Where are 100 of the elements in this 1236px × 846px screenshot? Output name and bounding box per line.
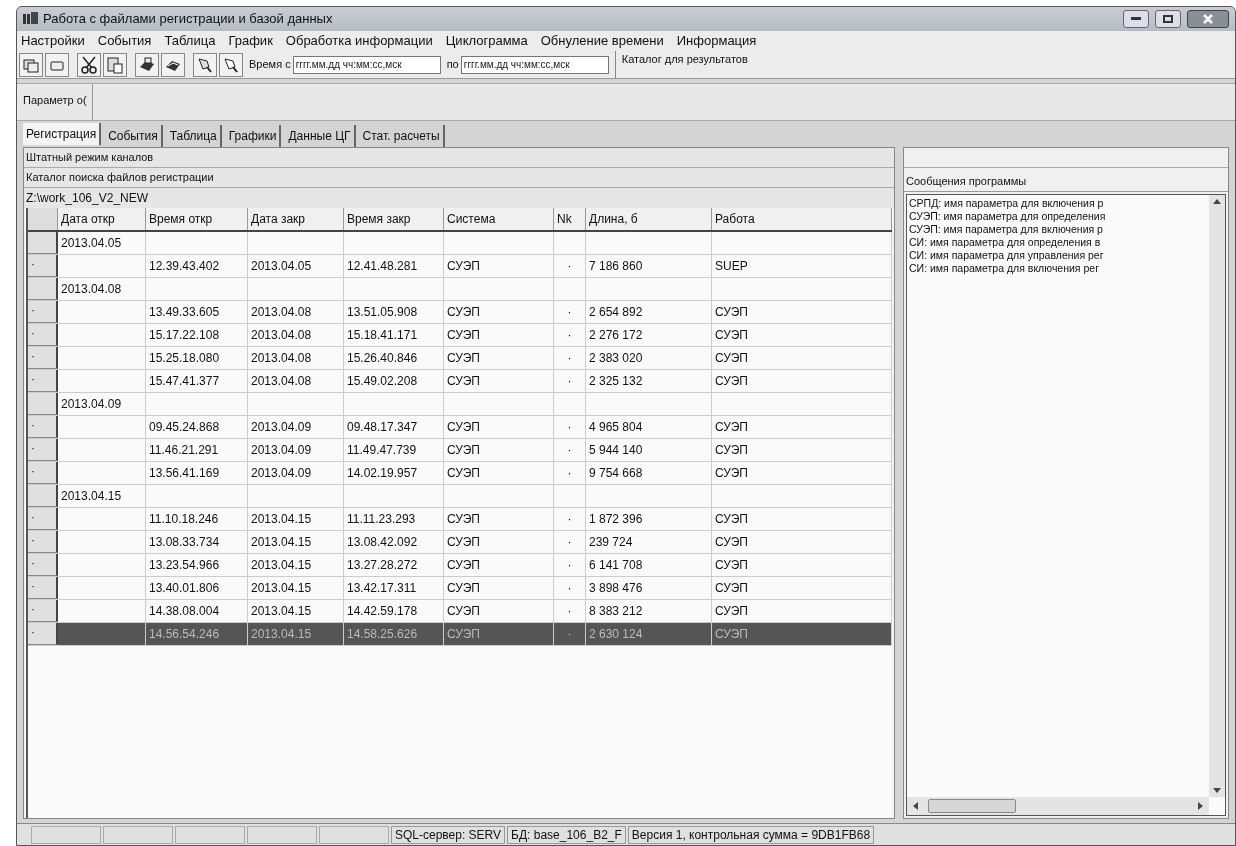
- menu-item[interactable]: Обработка информации: [285, 31, 433, 51]
- table-cell: 14.02.19.957: [344, 462, 444, 484]
- menu-item[interactable]: Информация: [676, 31, 757, 51]
- table-cell: СУЭП: [444, 531, 554, 553]
- table-row[interactable]: · 13.08.33.734 2013.04.15 13.08.42.092 СУЭП · 239 724 СУЭП: [28, 531, 892, 554]
- table-cell: ·: [554, 370, 586, 392]
- row-header[interactable]: ·: [28, 600, 58, 622]
- row-header[interactable]: ·: [28, 324, 58, 346]
- menu-item[interactable]: Циклограмма: [445, 31, 528, 51]
- menu-item[interactable]: События: [97, 31, 152, 51]
- table-cell: 15.18.41.171: [344, 324, 444, 346]
- column-header[interactable]: Работа: [712, 208, 892, 230]
- table-row[interactable]: · 15.47.41.377 2013.04.08 15.49.02.208 СУЭП · 2 325 132 СУЭП: [28, 370, 892, 393]
- table-cell: 2013.04.09: [248, 416, 344, 438]
- table-cell: 2 276 172: [586, 324, 712, 346]
- column-header[interactable]: Длина, б: [586, 208, 712, 230]
- column-header[interactable]: Дата закр: [248, 208, 344, 230]
- column-header[interactable]: Система: [444, 208, 554, 230]
- message-line: СРПД: имя параметра для включения р: [909, 197, 1105, 210]
- maximize-button[interactable]: [1155, 10, 1181, 28]
- menu-item[interactable]: Обнуление времени: [540, 31, 664, 51]
- table-cell: 2013.04.08: [248, 324, 344, 346]
- row-header[interactable]: ·: [28, 577, 58, 599]
- table-cell: 2013.04.05: [248, 255, 344, 277]
- row-header[interactable]: [28, 232, 58, 254]
- status-segment: [319, 825, 389, 844]
- table-row[interactable]: · 14.56.54.246 2013.04.15 14.58.25.626 СУЭП · 2 630 124 СУЭП: [28, 623, 892, 646]
- table-row[interactable]: · 09.45.24.868 2013.04.09 09.48.17.347 СУЭП · 4 965 804 СУЭП: [28, 416, 892, 439]
- horizontal-scrollbar[interactable]: [907, 797, 1209, 815]
- menu-item[interactable]: Настройки: [21, 31, 85, 51]
- time-from-label: Время с: [249, 57, 291, 73]
- column-header[interactable]: Nk: [554, 208, 586, 230]
- table-row[interactable]: 2013.04.08: [28, 278, 892, 301]
- table-cell: 12.39.43.402: [146, 255, 248, 277]
- table-cell: СУЭП: [444, 301, 554, 323]
- toolbar-button[interactable]: [77, 52, 101, 77]
- row-header[interactable]: ·: [28, 439, 58, 461]
- table-row[interactable]: · 11.10.18.246 2013.04.15 11.11.23.293 СУЭП · 1 872 396 СУЭП: [28, 508, 892, 531]
- message-line: СИ: имя параметра для включения рег: [909, 262, 1100, 275]
- row-header[interactable]: [28, 393, 58, 415]
- scroll-up-icon: [1213, 199, 1221, 204]
- table-cell: 2 654 892: [586, 301, 712, 323]
- row-header[interactable]: ·: [28, 370, 58, 392]
- minimize-button[interactable]: [1123, 10, 1149, 28]
- row-header[interactable]: [28, 278, 58, 300]
- table-cell: ·: [554, 600, 586, 622]
- table-cell: 7 186 860: [586, 255, 712, 277]
- table-cell: 2013.04.08: [248, 347, 344, 369]
- table-cell: СУЭП: [712, 554, 892, 576]
- row-header[interactable]: [28, 485, 58, 507]
- table-row[interactable]: 2013.04.09: [28, 393, 892, 416]
- menu-item[interactable]: Таблица: [164, 31, 216, 51]
- time-from-field[interactable]: гггг.мм.дд чч:мм:сс,мск: [292, 55, 441, 74]
- menu-item[interactable]: График: [228, 31, 273, 51]
- table-cell: ·: [554, 347, 586, 369]
- table-cell: 09.45.24.868: [146, 416, 248, 438]
- row-header[interactable]: ·: [28, 416, 58, 438]
- table-row[interactable]: · 13.49.33.605 2013.04.08 13.51.05.908 СУЭП · 2 654 892 СУЭП: [28, 301, 892, 324]
- table-cell: СУЭП: [712, 347, 892, 369]
- table-row[interactable]: · 13.23.54.966 2013.04.15 13.27.28.272 СУЭП · 6 141 708 СУЭП: [28, 554, 892, 577]
- table-row[interactable]: 2013.04.15: [28, 485, 892, 508]
- table-cell: СУЭП: [444, 370, 554, 392]
- table-cell: ·: [554, 554, 586, 576]
- column-header[interactable]: Дата откр: [58, 208, 146, 230]
- table-row[interactable]: · 12.39.43.402 2013.04.05 12.41.48.281 СУЭП · 7 186 860 SUEP: [28, 255, 892, 278]
- column-header[interactable]: Время откр: [146, 208, 248, 230]
- table-cell: ·: [554, 301, 586, 323]
- table-cell: ·: [554, 416, 586, 438]
- row-header-corner: [28, 208, 58, 230]
- row-header[interactable]: ·: [28, 462, 58, 484]
- scroll-thumb[interactable]: [928, 799, 1016, 813]
- row-header[interactable]: ·: [28, 531, 58, 553]
- row-header[interactable]: ·: [28, 347, 58, 369]
- close-button[interactable]: [1187, 10, 1229, 28]
- tab[interactable]: Регистрация: [23, 123, 102, 145]
- column-header[interactable]: Время закр: [344, 208, 444, 230]
- table-row[interactable]: · 11.46.21.291 2013.04.09 11.49.47.739 СУЭП · 5 944 140 СУЭП: [28, 439, 892, 462]
- table-cell: СУЭП: [712, 623, 892, 645]
- status-text: Версия 1, контрольная сумма = 9DB1FB68: [627, 825, 875, 844]
- row-header[interactable]: ·: [28, 554, 58, 576]
- table-row[interactable]: · 15.25.18.080 2013.04.08 15.26.40.846 СУЭП · 2 383 020 СУЭП: [28, 347, 892, 370]
- table-row[interactable]: · 13.56.41.169 2013.04.09 14.02.19.957 СУЭП · 9 754 668 СУЭП: [28, 462, 892, 485]
- table-row[interactable]: 2013.04.05: [28, 232, 892, 255]
- scroll-down-icon: [1213, 788, 1221, 793]
- time-to-field[interactable]: гггг.мм.дд чч:мм:сс,мск: [460, 55, 609, 74]
- row-header[interactable]: ·: [28, 623, 58, 645]
- table-row[interactable]: · 14.38.08.004 2013.04.15 14.42.59.178 СУЭП · 8 383 212 СУЭП: [28, 600, 892, 623]
- table-cell: 12.41.48.281: [344, 255, 444, 277]
- table-cell: 2013.04.15: [58, 485, 146, 507]
- table-cell: 2013.04.08: [248, 370, 344, 392]
- vertical-scrollbar[interactable]: [1209, 195, 1225, 797]
- table-cell: СУЭП: [712, 600, 892, 622]
- row-header[interactable]: ·: [28, 508, 58, 530]
- row-header[interactable]: ·: [28, 301, 58, 323]
- table-cell: СУЭП: [444, 416, 554, 438]
- table-cell: 14.42.59.178: [344, 600, 444, 622]
- row-header[interactable]: ·: [28, 255, 58, 277]
- table-row[interactable]: · 15.17.22.108 2013.04.08 15.18.41.171 СУЭП · 2 276 172 СУЭП: [28, 324, 892, 347]
- table-cell: 13.40.01.806: [146, 577, 248, 599]
- table-row[interactable]: · 13.40.01.806 2013.04.15 13.42.17.311 СУЭП · 3 898 476 СУЭП: [28, 577, 892, 600]
